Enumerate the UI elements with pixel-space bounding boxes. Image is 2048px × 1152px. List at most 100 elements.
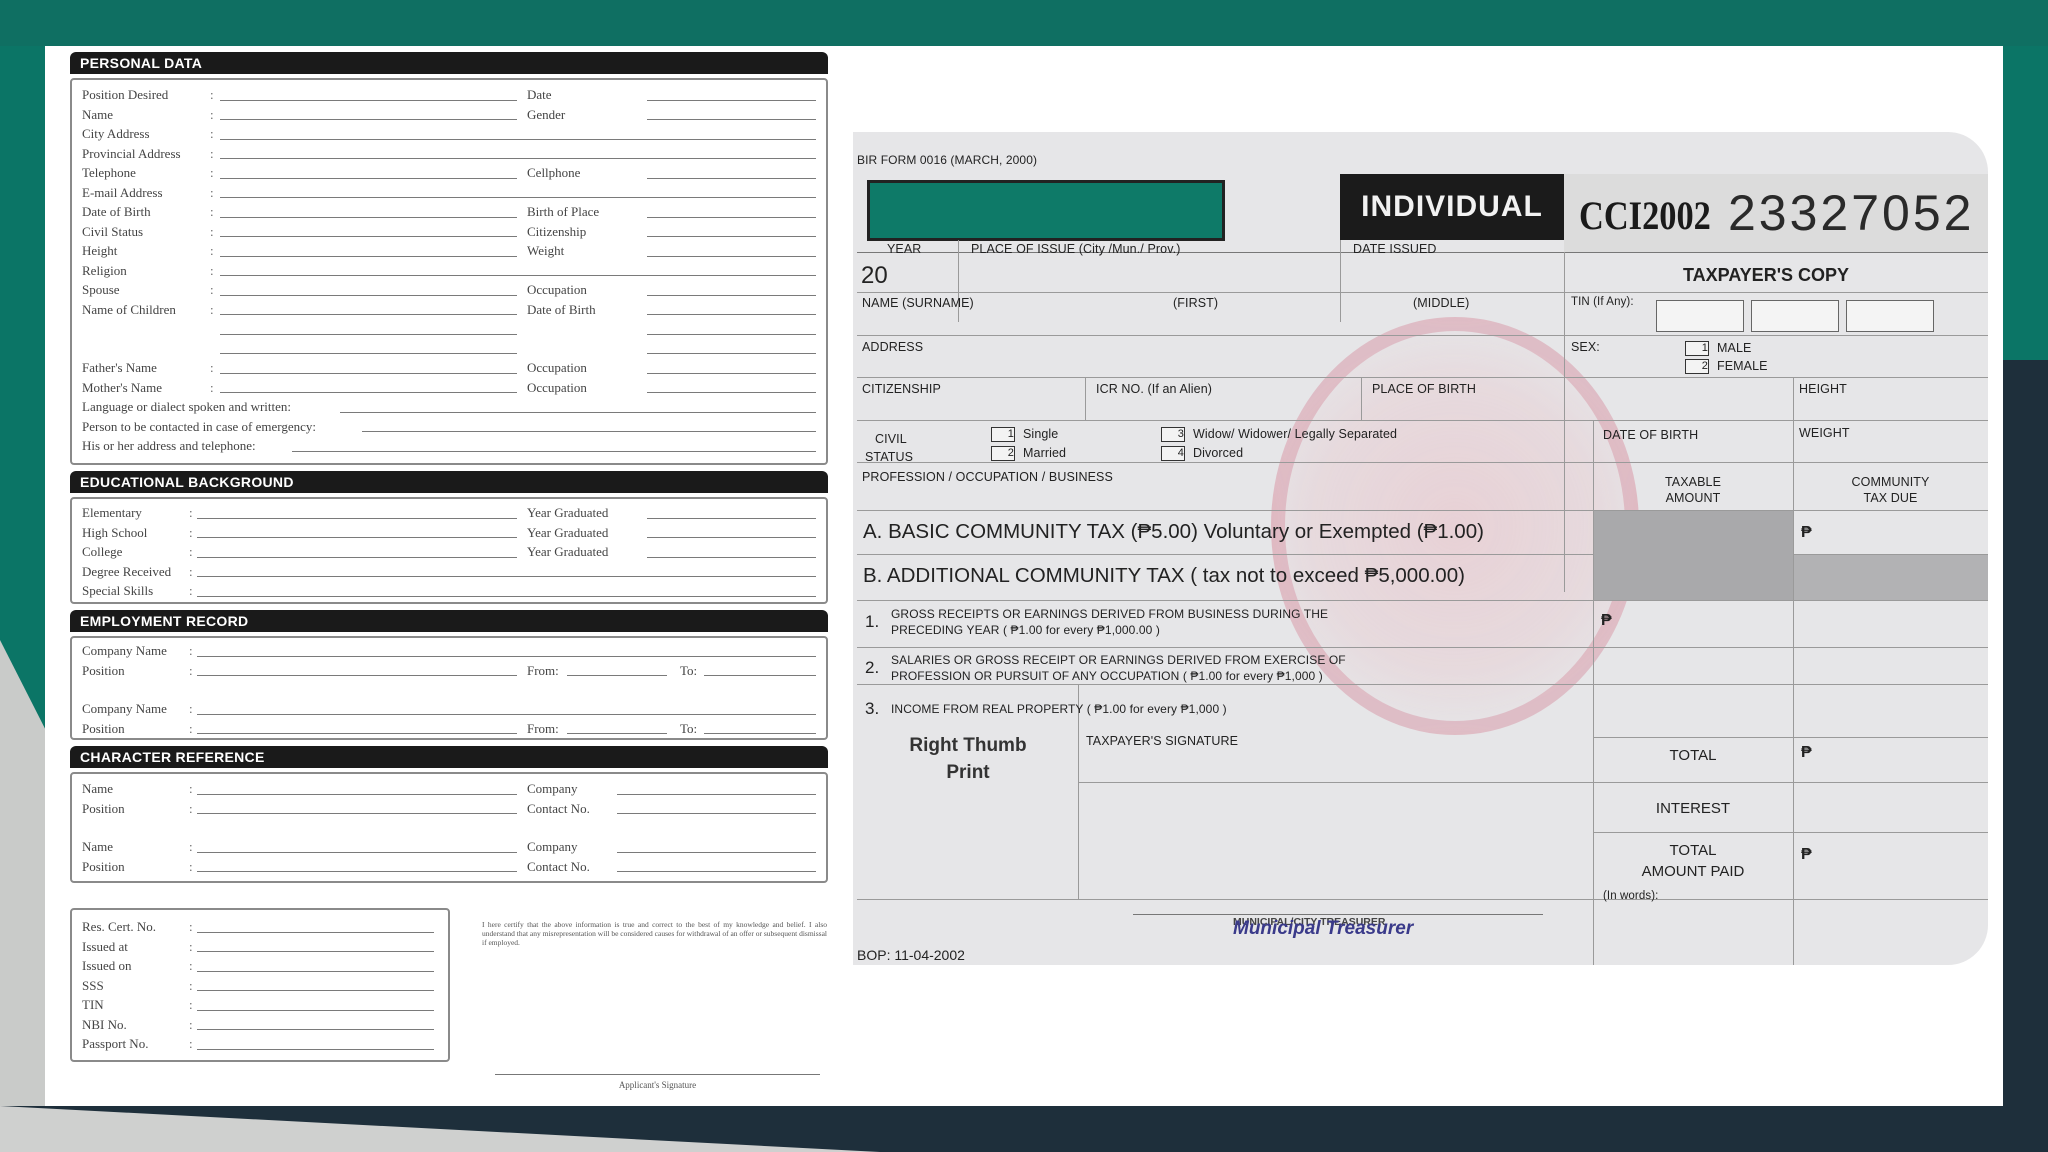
civil-widow[interactable]: 3 Widow/ Widower/ Legally Separated (1161, 427, 1397, 443)
input-line[interactable] (647, 119, 816, 120)
position-field[interactable] (197, 675, 517, 676)
name-surname-label: NAME (SURNAME) (862, 296, 974, 310)
input-line[interactable] (647, 372, 816, 374)
input-line[interactable] (220, 353, 517, 354)
to-field[interactable] (704, 675, 816, 676)
taxpayer-signature-field[interactable] (1078, 692, 1593, 780)
input-line[interactable] (220, 177, 517, 179)
field-label: Language or dialect spoken and written: (82, 399, 292, 414)
input-line[interactable] (647, 392, 816, 393)
form-row: Mother's Name: Occupation (72, 377, 826, 397)
input-line[interactable] (647, 99, 816, 101)
company-field[interactable] (197, 655, 816, 657)
tin-box-1[interactable] (1656, 300, 1744, 332)
input-line[interactable] (220, 236, 517, 237)
colon: : (210, 282, 214, 297)
input-line[interactable] (197, 931, 434, 933)
colon: : (189, 563, 193, 579)
input-line[interactable] (197, 1009, 434, 1011)
sex-label: SEX: (1571, 340, 1600, 354)
ref-contact-field[interactable] (617, 813, 816, 814)
civil-married[interactable]: 2 Married (991, 446, 1066, 462)
background-top-band (0, 0, 2048, 46)
input-line[interactable] (220, 119, 517, 120)
place-of-issue-label: PLACE OF ISSUE (City /Mun./ Prov.) (971, 242, 1181, 256)
input-line[interactable] (647, 556, 816, 558)
peso-sign: ₱ (1601, 612, 1612, 629)
ref-name-field[interactable] (197, 793, 517, 795)
input-line[interactable] (197, 576, 816, 577)
input-line[interactable] (220, 255, 517, 257)
field-label: Occupation (527, 379, 587, 395)
input-line[interactable] (647, 216, 816, 218)
input-line[interactable] (647, 294, 816, 296)
input-line[interactable] (647, 333, 816, 335)
divorced-label: Divorced (1193, 446, 1244, 460)
sex-male[interactable]: 1 MALE (1685, 341, 1751, 357)
tin-box-2[interactable] (1751, 300, 1839, 332)
input-line[interactable] (220, 99, 517, 101)
total-paid-label-2: AMOUNT PAID (1641, 863, 1745, 880)
input-line[interactable] (197, 556, 517, 558)
input-line[interactable] (220, 372, 517, 374)
weight-label: WEIGHT (1799, 426, 1850, 440)
ref-company-field[interactable] (617, 793, 816, 795)
civil-single[interactable]: 1 Single (991, 427, 1058, 443)
input-line[interactable] (647, 537, 816, 538)
input-line[interactable] (340, 411, 816, 413)
input-line[interactable] (220, 294, 517, 296)
input-line[interactable] (197, 970, 434, 972)
input-line[interactable] (647, 314, 816, 315)
id-row: Res. Cert. No.: (72, 916, 448, 936)
input-line[interactable] (197, 990, 434, 991)
input-line[interactable] (220, 314, 517, 315)
field-label: Name of Children (82, 301, 176, 317)
civil-divorced[interactable]: 4 Divorced (1161, 446, 1244, 462)
input-line[interactable] (197, 951, 434, 952)
input-line[interactable] (647, 177, 816, 179)
form-row: Position Desired: Date (72, 84, 826, 104)
tin-box-3[interactable] (1846, 300, 1934, 332)
input-line[interactable] (197, 537, 517, 538)
input-line[interactable] (362, 431, 816, 432)
position-field[interactable] (197, 733, 517, 734)
input-line[interactable] (647, 517, 816, 519)
from-field[interactable] (567, 733, 667, 734)
basic-community-tax: A. BASIC COMMUNITY TAX (₱5.00) Voluntary… (863, 520, 1484, 543)
input-line[interactable] (220, 158, 816, 159)
applicant-signature-line[interactable] (495, 1074, 820, 1075)
ref-company-field[interactable] (617, 851, 816, 853)
field-label: Year Graduated (527, 524, 609, 540)
input-line[interactable] (647, 255, 816, 257)
input-line[interactable] (197, 1048, 434, 1050)
ref-contact-field[interactable] (617, 871, 816, 872)
item-2-line-1: SALARIES OR GROSS RECEIPT OR EARNINGS DE… (891, 653, 1346, 667)
input-line[interactable] (197, 1029, 434, 1030)
ref-position-field[interactable] (197, 871, 517, 872)
input-line[interactable] (220, 216, 517, 218)
input-line[interactable] (647, 236, 816, 237)
input-line[interactable] (220, 275, 816, 276)
input-line[interactable] (197, 595, 816, 597)
item-3-number: 3. (865, 699, 880, 718)
reference-row: Name : Company (72, 836, 826, 856)
sex-female[interactable]: 2 FEMALE (1685, 359, 1768, 375)
colon: : (189, 544, 193, 559)
input-line[interactable] (197, 517, 517, 519)
thumb-label-1: Right Thumb (909, 735, 1027, 756)
profession-label: PROFESSION / OCCUPATION / BUSINESS (862, 470, 1113, 484)
field-label: Date of Birth (82, 204, 151, 219)
input-line[interactable] (220, 197, 816, 198)
field-label: Degree Received (82, 563, 172, 579)
from-field[interactable] (567, 675, 667, 676)
ref-name-field[interactable] (197, 851, 517, 853)
input-line[interactable] (220, 138, 816, 140)
input-line[interactable] (220, 333, 517, 335)
input-line[interactable] (647, 353, 816, 354)
to-field[interactable] (704, 733, 816, 734)
input-line[interactable] (220, 392, 517, 393)
ref-position-field[interactable] (197, 813, 517, 814)
serial-prefix: CCI2002 (1579, 193, 1711, 238)
company-field[interactable] (197, 713, 816, 715)
input-line[interactable] (292, 450, 816, 452)
